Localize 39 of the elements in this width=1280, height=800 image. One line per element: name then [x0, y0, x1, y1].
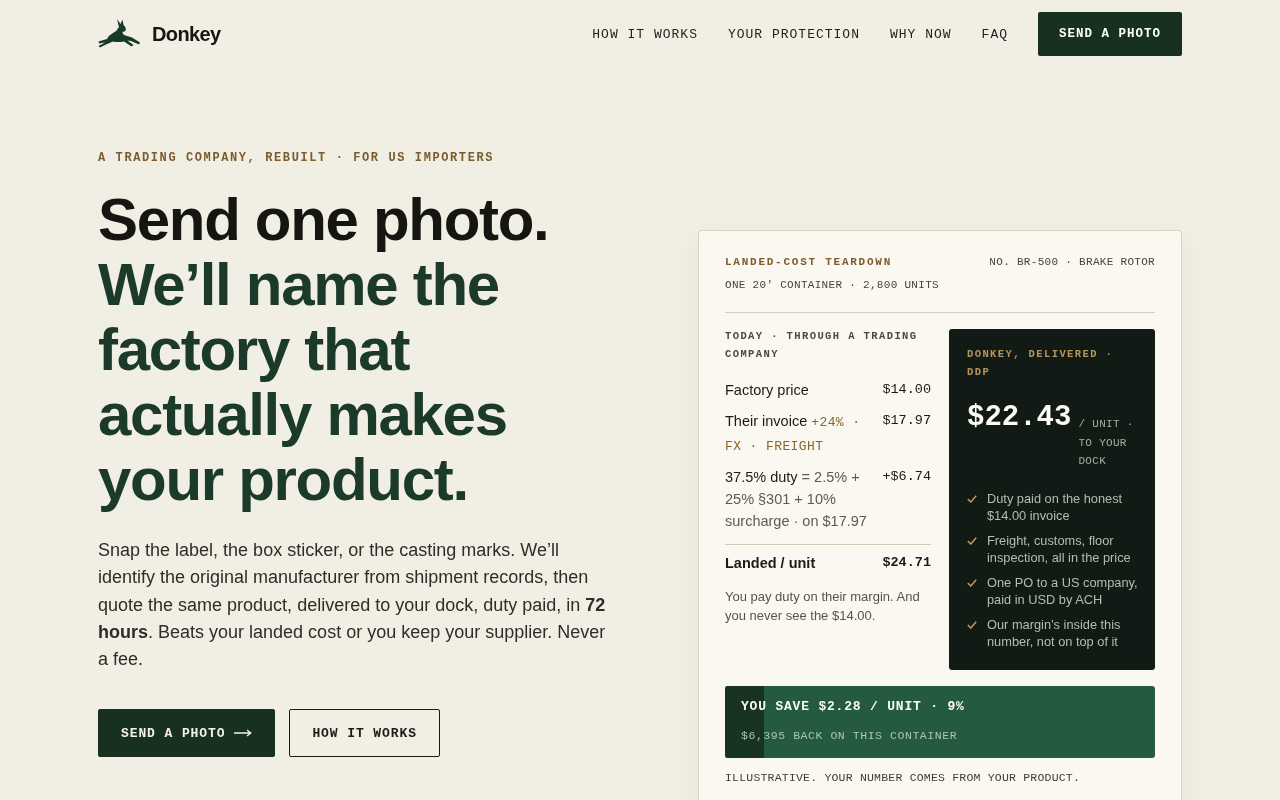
card-reference: NO. BR-500 · BRAKE ROTOR — [989, 255, 1155, 270]
card-footnote: You pay duty on their margin. And you never see the $14.00. — [725, 588, 921, 625]
hero-description: Snap the label, the box sticker, or the casting marks. We’ll identify the original manufacturer from shipment records, then quote the same product, delivered to your dock, duty paid, in 72 hours. Beats your landed cost or you keep your supplier. Never a fee. — [98, 539, 607, 672]
nav-link[interactable]: WHY NOW — [889, 26, 952, 42]
price-unit: / UNIT · TO YOUR DOCK — [1078, 417, 1135, 469]
secondary-button[interactable]: HOW IT WORKS — [289, 709, 440, 758]
row-value: $14.00 — [882, 381, 931, 399]
total-value: $24.71 — [882, 554, 931, 572]
total-label: Landed / unit — [725, 554, 816, 573]
row-value: $17.97 — [882, 412, 931, 430]
card-subtitle: ONE 20′ CONTAINER · 2,800 UNITS — [725, 277, 1155, 313]
nav-link[interactable]: FAQ — [981, 26, 1008, 42]
disclaimer: ILLUSTRATIVE. YOUR NUMBER COMES FROM YOUR PRODUCT. — [725, 769, 1082, 786]
benefit-text: Our margin’s inside this number, not on top of it — [987, 615, 1122, 651]
savings-detail: $6,395 BACK ON THIS CONTAINER — [741, 727, 959, 744]
row-description: Their invoice +24% · FX · FREIGHT — [725, 412, 862, 456]
nav-cta-button[interactable]: SEND A PHOTO — [1038, 12, 1182, 56]
row-description: Factory price — [725, 381, 810, 400]
nav-link[interactable]: YOUR PROTECTION — [727, 26, 860, 42]
row-description: 37.5% duty = 2.5% + 25% §301 + 10% surcharge · on $17.97 — [725, 468, 868, 531]
card-title: LANDED-COST TEARDOWN — [725, 255, 893, 270]
benefit-text: Freight, customs, floor inspection, all in the price — [987, 531, 1132, 567]
panel-heading: DONKEY, DELIVERED · DDP — [967, 347, 1115, 380]
row-value: +$6.74 — [882, 468, 931, 486]
primary-button[interactable]: SEND A PHOTO — [98, 709, 276, 758]
check-icon — [967, 494, 977, 503]
brand-name: Donkey — [152, 22, 221, 46]
hero-headline: Send one photo. We’ll name the factory that actually makes your product. — [98, 187, 550, 512]
check-icon — [967, 578, 977, 587]
leaping-donkey-icon — [98, 19, 140, 49]
benefit-text: Duty paid on the honest $14.00 invoice — [987, 489, 1124, 525]
column-heading: TODAY · THROUGH A TRADING COMPANY — [725, 329, 919, 362]
nav-link[interactable]: HOW IT WORKS — [592, 26, 698, 42]
hero-eyebrow: A TRADING COMPANY, REBUILT · FOR US IMPORTERS — [98, 150, 496, 166]
price-value: $22.43 — [967, 400, 1072, 436]
benefit-text: One PO to a US company, paid in USD by ACH — [987, 573, 1139, 609]
check-icon — [967, 536, 977, 545]
savings-headline: YOU SAVE $2.28 / UNIT · 9% — [741, 697, 966, 716]
check-icon — [967, 620, 977, 629]
